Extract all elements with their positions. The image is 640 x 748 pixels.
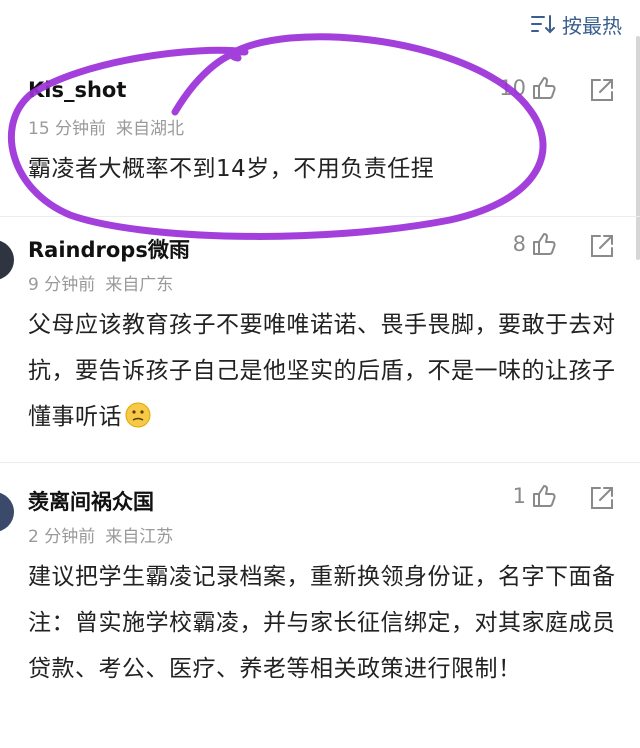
comment-username[interactable]: Raindrops微雨 (28, 234, 190, 264)
like-count: 8 (512, 232, 526, 256)
like-count: 1 (512, 484, 526, 508)
sort-label: 按最热 (562, 13, 622, 38)
divider (0, 216, 640, 217)
like-count: 10 (499, 76, 526, 100)
scrollbar[interactable] (636, 36, 640, 260)
comment-time: 9 分钟前 (28, 275, 96, 295)
like-button[interactable]: 10 (499, 74, 558, 102)
comment-username[interactable]: Kis_shot (28, 78, 126, 102)
like-button[interactable]: 1 (513, 482, 558, 510)
comment-time: 15 分钟前 (28, 119, 107, 139)
share-icon (591, 235, 613, 257)
thumbs-up-icon (530, 230, 558, 258)
comment-text-content: 父母应该教育孩子不要唯唯诺诺、畏手畏脚，要敢于去对抗，要告诉孩子自己是他坚实的后… (28, 312, 616, 430)
share-button[interactable] (588, 232, 616, 260)
share-button[interactable] (588, 484, 616, 512)
comment-meta: 15 分钟前 来自湖北 (28, 114, 184, 139)
thumbs-up-icon (530, 74, 558, 102)
avatar[interactable] (0, 492, 14, 532)
comment-text: 建议把学生霸凌记录档案，重新换领身份证，名字下面备注：曾实施学校霸凌，并与家长征… (28, 564, 616, 682)
sort-icon (530, 13, 556, 35)
divider (0, 462, 640, 463)
sort-button[interactable]: 按最热 (530, 8, 622, 40)
comment-text: 父母应该教育孩子不要唯唯诺诺、畏手畏脚，要敢于去对抗，要告诉孩子自己是他坚实的后… (28, 302, 618, 440)
thinking-face-icon (124, 399, 152, 428)
comment-text: 霸凌者大概率不到14岁，不用负责任捏 (28, 156, 435, 182)
comment-location: 来自湖北 (116, 119, 185, 139)
comment-location: 来自广东 (105, 275, 174, 295)
comment-meta: 9 分钟前 来自广东 (28, 270, 173, 295)
comment-username[interactable]: 羡离间祸众国 (28, 486, 154, 516)
thumbs-up-icon (530, 482, 558, 510)
avatar[interactable] (0, 240, 14, 280)
share-icon (591, 79, 613, 101)
like-button[interactable]: 8 (513, 230, 558, 258)
comment-time: 2 分钟前 (28, 527, 96, 547)
comment-location: 来自江苏 (105, 527, 174, 547)
share-icon (591, 487, 613, 509)
comment-meta: 2 分钟前 来自江苏 (28, 522, 173, 547)
share-button[interactable] (588, 76, 616, 104)
